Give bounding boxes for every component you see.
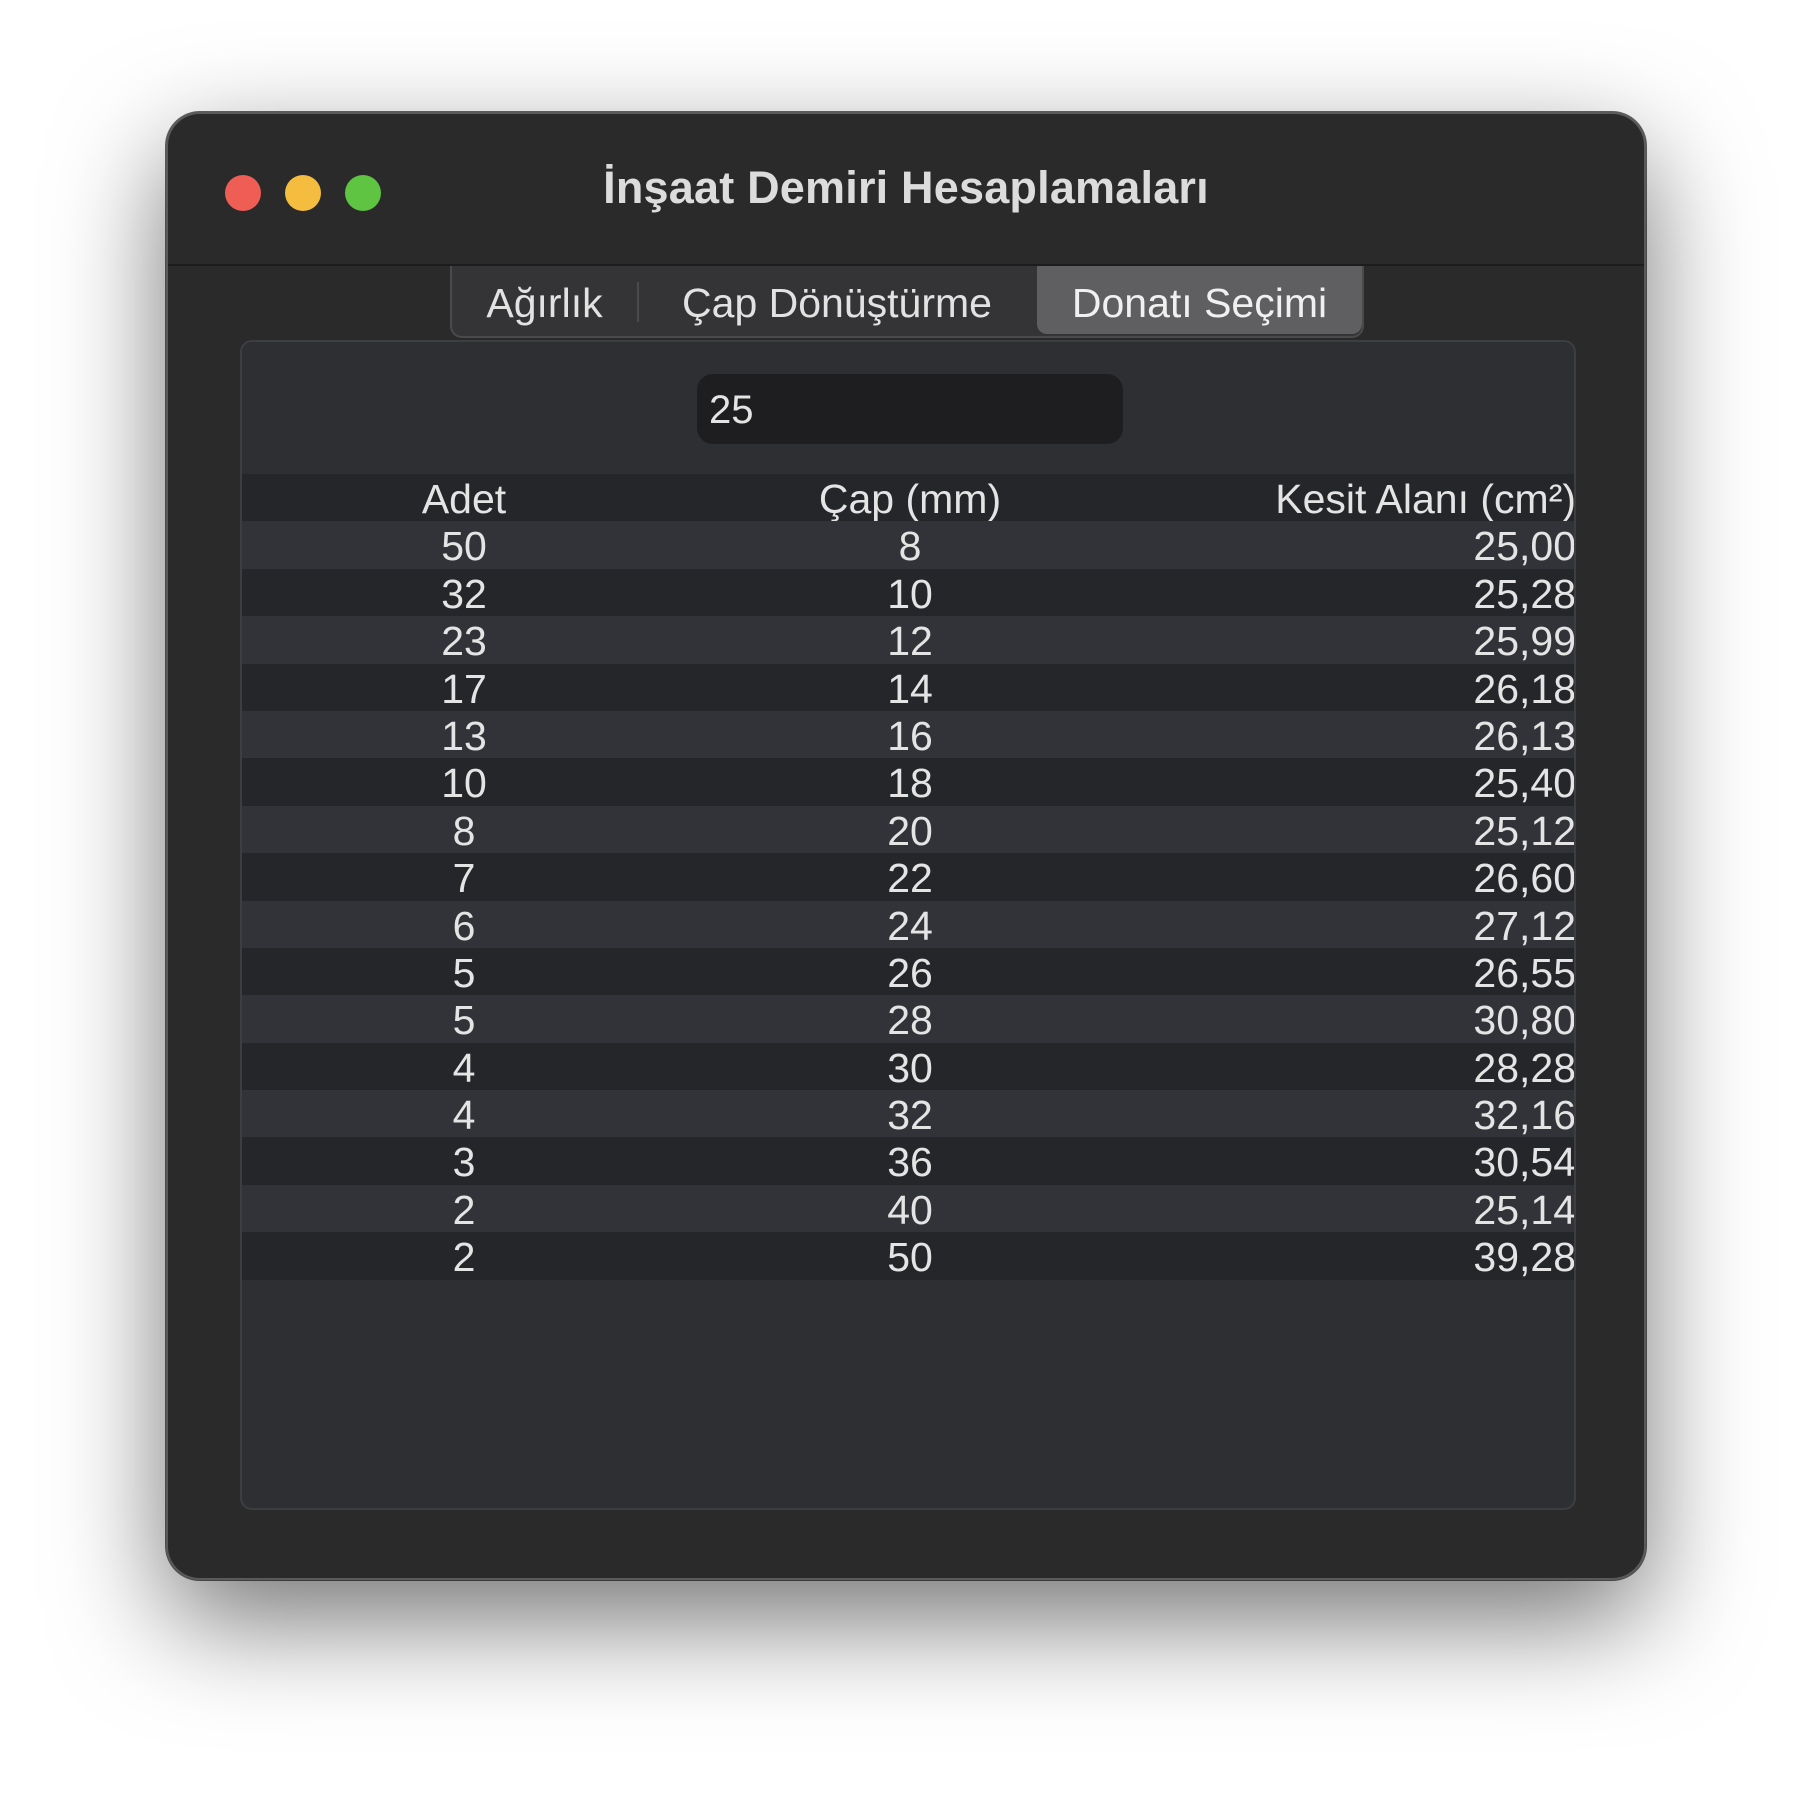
cell-adet: 5: [452, 997, 476, 1044]
cell-kesit-alani: 32,16: [1473, 1092, 1576, 1139]
cell-adet: 13: [441, 712, 487, 759]
window-title: İnşaat Demiri Hesaplamaları: [603, 162, 1209, 213]
table-header-row: Adet Çap (mm) Kesit Alanı (cm²): [242, 474, 1574, 522]
header-kesit-alani[interactable]: Kesit Alanı (cm²): [1136, 474, 1574, 522]
cell-cap: 20: [887, 807, 933, 854]
cell-cap: 36: [887, 1139, 933, 1186]
cell-kesit-alani: 26,18: [1473, 665, 1576, 712]
cell-kesit-alani: 25,12: [1473, 807, 1576, 854]
table-row[interactable]: 5 28 30,80: [242, 995, 1576, 1044]
table-row[interactable]: 7 22 26,60: [242, 853, 1576, 902]
cell-kesit-alani: 27,12: [1473, 902, 1576, 949]
table-row[interactable]: 4 32 32,16: [242, 1090, 1576, 1139]
cell-kesit-alani: 25,00: [1473, 523, 1576, 570]
cell-adet: 2: [452, 1234, 476, 1281]
tab-agirlik[interactable]: Ağırlık: [452, 266, 637, 334]
cell-kesit-alani: 28,28: [1473, 1044, 1576, 1091]
cell-kesit-alani: 26,13: [1473, 712, 1576, 759]
content-panel: 25 Adet Çap (mm) Kesit Alanı (cm²) 50 8 25…: [240, 340, 1576, 1510]
table-row[interactable]: 4 30 28,28: [242, 1042, 1576, 1091]
cell-cap: 10: [887, 570, 933, 617]
table-row[interactable]: 6 24 27,12: [242, 900, 1576, 949]
table-row[interactable]: 5 26 26,55: [242, 947, 1576, 996]
cell-kesit-alani: 26,60: [1473, 855, 1576, 902]
cell-adet: 5: [452, 949, 476, 996]
cell-cap: 32: [887, 1092, 933, 1139]
cell-adet: 4: [452, 1092, 476, 1139]
cell-adet: 4: [452, 1044, 476, 1091]
table-row[interactable]: 10 18 25,40: [242, 758, 1576, 807]
cell-adet: 50: [441, 523, 487, 570]
table-row[interactable]: 32 10 25,28: [242, 568, 1576, 617]
cell-adet: 7: [452, 855, 476, 902]
cell-kesit-alani: 25,99: [1473, 618, 1576, 665]
cell-kesit-alani: 25,28: [1473, 570, 1576, 617]
results-table: Adet Çap (mm) Kesit Alanı (cm²) 50 8 25,00…: [242, 474, 1576, 1281]
cell-cap: 24: [887, 902, 933, 949]
cell-adet: 2: [452, 1186, 476, 1233]
cell-kesit-alani: 30,54: [1473, 1139, 1576, 1186]
cell-cap: 40: [887, 1186, 933, 1233]
table-row[interactable]: 23 12 25,99: [242, 616, 1576, 665]
title-bar[interactable]: İnşaat Demiri Hesaplamaları: [168, 114, 1644, 266]
cell-cap: 18: [887, 760, 933, 807]
cell-kesit-alani: 25,14: [1473, 1186, 1576, 1233]
cell-cap: 8: [898, 523, 922, 570]
cell-adet: 8: [452, 807, 476, 854]
tab-segmented-control: Ağırlık Çap Dönüştürme Donatı Seçimi: [450, 266, 1364, 338]
header-adet[interactable]: Adet: [242, 474, 686, 522]
table-row[interactable]: 2 40 25,14: [242, 1184, 1576, 1233]
cell-adet: 32: [441, 570, 487, 617]
cell-cap: 28: [887, 997, 933, 1044]
cell-kesit-alani: 39,28: [1473, 1234, 1576, 1281]
cell-kesit-alani: 30,80: [1473, 997, 1576, 1044]
cell-cap: 14: [887, 665, 933, 712]
table-row[interactable]: 13 16 26,13: [242, 710, 1576, 759]
table-row[interactable]: 50 8 25,00: [242, 521, 1576, 570]
table-row[interactable]: 2 50 39,28: [242, 1232, 1576, 1281]
cell-cap: 26: [887, 949, 933, 996]
cell-cap: 22: [887, 855, 933, 902]
cell-kesit-alani: 25,40: [1473, 760, 1576, 807]
cell-cap: 50: [887, 1234, 933, 1281]
header-cap[interactable]: Çap (mm): [686, 474, 1134, 522]
tab-donati-secimi[interactable]: Donatı Seçimi: [1037, 266, 1362, 334]
app-window: İnşaat Demiri Hesaplamaları Ağırlık Çap …: [166, 112, 1646, 1580]
cell-cap: 16: [887, 712, 933, 759]
tab-cap-donusturme[interactable]: Çap Dönüştürme: [637, 266, 1037, 334]
table-row[interactable]: 17 14 26,18: [242, 663, 1576, 712]
cell-adet: 17: [441, 665, 487, 712]
cell-kesit-alani: 26,55: [1473, 949, 1576, 996]
area-input[interactable]: 25: [697, 374, 1123, 444]
cell-adet: 23: [441, 618, 487, 665]
cell-cap: 12: [887, 618, 933, 665]
cell-cap: 30: [887, 1044, 933, 1091]
cell-adet: 3: [452, 1139, 476, 1186]
table-row[interactable]: 3 36 30,54: [242, 1137, 1576, 1186]
cell-adet: 10: [441, 760, 487, 807]
table-row[interactable]: 8 20 25,12: [242, 805, 1576, 854]
cell-adet: 6: [452, 902, 476, 949]
